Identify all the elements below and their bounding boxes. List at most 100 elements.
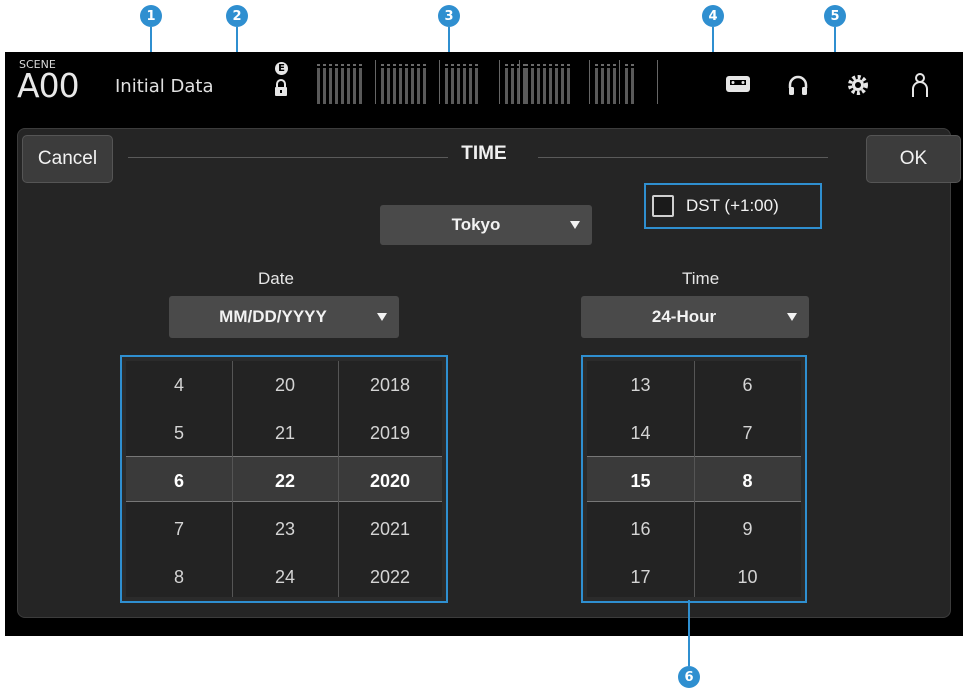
meter-peak [399, 64, 402, 66]
meter-bar [399, 68, 402, 104]
timezone-dropdown[interactable]: Tokyo [380, 205, 592, 245]
cancel-button[interactable]: Cancel [22, 135, 113, 183]
headphones-icon[interactable] [787, 74, 809, 96]
scene-name[interactable]: Initial Data [115, 76, 214, 97]
date-year-option[interactable]: 2019 [338, 409, 442, 457]
meter-bar [561, 68, 564, 104]
date-year-option[interactable]: 2022 [338, 553, 442, 601]
time-minute-option[interactable]: 6 [694, 361, 801, 409]
meter-peak [543, 64, 546, 66]
callout-2: 2 [226, 5, 248, 27]
meter-peak [601, 64, 604, 66]
date-day-option[interactable]: 20 [232, 361, 338, 409]
time-hour-option[interactable]: 17 [587, 553, 694, 601]
date-day-option[interactable]: 24 [232, 553, 338, 601]
meter-bar [445, 68, 448, 104]
date-column-year[interactable]: 2018 2019 2020 2021 2022 [338, 361, 442, 597]
dialog-title: TIME [461, 143, 507, 164]
meter-bar [353, 68, 356, 104]
date-column-month[interactable]: 45678 [126, 361, 232, 597]
meter-peak [423, 64, 426, 66]
lock-icon [275, 79, 287, 96]
meter-bar [387, 68, 390, 104]
dst-label: DST (+1:00) [686, 196, 779, 215]
ok-button[interactable]: OK [866, 135, 961, 183]
meter-bar [393, 68, 396, 104]
date-day-option[interactable]: 22 [232, 457, 338, 505]
meter-bar [329, 68, 332, 104]
meter-bar [543, 68, 546, 104]
meter-bar [411, 68, 414, 104]
date-column-day[interactable]: 20 21 22 23 24 [232, 361, 338, 597]
date-month-option[interactable]: 8 [126, 553, 232, 601]
meter-bar [359, 68, 362, 104]
time-hour-option[interactable]: 16 [587, 505, 694, 553]
meter-peak [457, 64, 460, 66]
meter-peak [451, 64, 454, 66]
time-column-minute[interactable]: 6 7 8 9 10 [694, 361, 801, 597]
meter-peak [341, 64, 344, 66]
date-year-option[interactable]: 2020 [338, 457, 442, 505]
meter-peak [549, 64, 552, 66]
time-format-dropdown[interactable]: 24-Hour [581, 296, 809, 338]
meter-peak [347, 64, 350, 66]
user-icon[interactable] [909, 72, 931, 98]
meter-divider [657, 60, 658, 104]
meter-peak [335, 64, 338, 66]
meter-bar [469, 68, 472, 104]
meter-peak [353, 64, 356, 66]
meter-peak [469, 64, 472, 66]
time-picker[interactable]: 13 14 15 16 17 6 7 8 9 10 [581, 355, 807, 603]
gear-icon[interactable] [845, 72, 871, 98]
meter-bar [417, 68, 420, 104]
time-format-value: 24-Hour [651, 307, 717, 326]
date-month-option[interactable]: 6 [126, 457, 232, 505]
callout-6-line [688, 600, 690, 666]
meter-bar [335, 68, 338, 104]
meter-peak [511, 64, 514, 66]
date-day-option[interactable]: 21 [232, 409, 338, 457]
date-month-option[interactable]: 5 [126, 409, 232, 457]
chevron-down-icon [377, 313, 387, 321]
time-minute-option[interactable]: 8 [694, 457, 801, 505]
time-hour-option[interactable]: 15 [587, 457, 694, 505]
meter-peak [561, 64, 564, 66]
meter-bar [631, 68, 634, 104]
date-month-option[interactable]: 4 [126, 361, 232, 409]
date-day-option[interactable]: 23 [232, 505, 338, 553]
meter-bar [625, 68, 628, 104]
meter-bar [405, 68, 408, 104]
chevron-down-icon [570, 221, 580, 229]
date-year-option[interactable]: 2018 [338, 361, 442, 409]
meter-divider [439, 60, 440, 104]
time-column-hour[interactable]: 13 14 15 16 17 [587, 361, 694, 597]
time-hour-option[interactable]: 14 [587, 409, 694, 457]
chevron-down-icon [787, 313, 797, 321]
meter-peak [317, 64, 320, 66]
meter-bar [595, 68, 598, 104]
meter-bar [475, 68, 478, 104]
time-minute-option[interactable]: 7 [694, 409, 801, 457]
date-month-option[interactable]: 7 [126, 505, 232, 553]
meter-bar [381, 68, 384, 104]
dst-toggle[interactable]: DST (+1:00) [644, 183, 822, 229]
callout-5: 5 [824, 5, 846, 27]
time-dialog: TIME Cancel OK Tokyo DST (+1:00) Date MM… [17, 128, 961, 618]
recorder-icon[interactable] [725, 74, 751, 94]
meter-bar [607, 68, 610, 104]
date-picker[interactable]: 4 5 6 7 8 20 21 22 23 24 2018 2019 2020 2021 2022 [120, 355, 448, 603]
meter-peak [463, 64, 466, 66]
meter-bar [511, 68, 514, 104]
callout-6: 6 [678, 666, 700, 688]
scene-number[interactable]: A00 [17, 66, 80, 105]
device-screen: SCENE A00 Initial Data E TIME Cancel OK … [5, 52, 963, 636]
date-year-option[interactable]: 2021 [338, 505, 442, 553]
meter-bar [423, 68, 426, 104]
time-minute-option[interactable]: 9 [694, 505, 801, 553]
date-format-dropdown[interactable]: MM/DD/YYYY [169, 296, 399, 338]
time-hour-option[interactable]: 13 [587, 361, 694, 409]
dst-checkbox[interactable] [652, 195, 674, 217]
meter-bar [531, 68, 534, 104]
time-minute-option[interactable]: 10 [694, 553, 801, 601]
meter-peak [531, 64, 534, 66]
